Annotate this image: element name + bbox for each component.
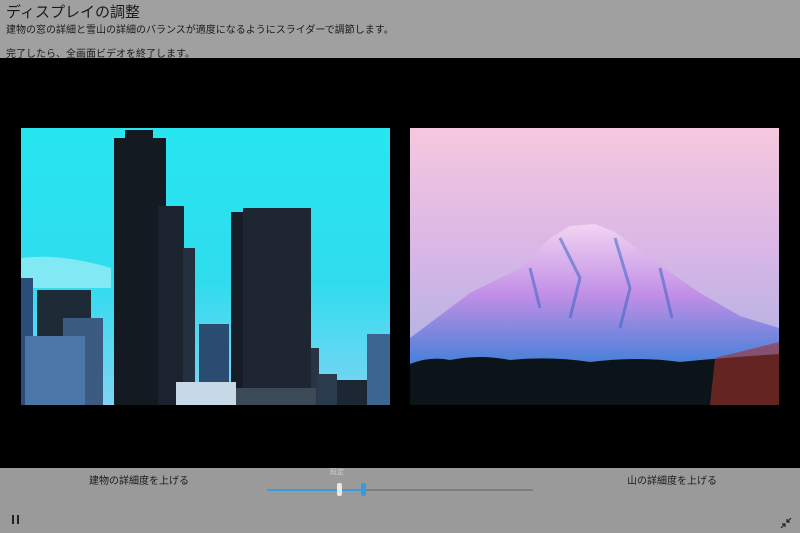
- exit-fullscreen-icon[interactable]: [780, 514, 792, 529]
- city-skyline-image: [21, 128, 390, 405]
- header: ディスプレイの調整 建物の窓の詳細と雪山の詳細のバランスが適度になるようにスライ…: [0, 0, 800, 60]
- slider-fill: [267, 489, 363, 491]
- increase-building-detail-label: 建物の詳細度を上げる: [89, 476, 189, 487]
- default-label: 既定: [330, 468, 344, 476]
- pause-icon[interactable]: [11, 515, 20, 524]
- video-stage: [0, 58, 800, 468]
- page-title: ディスプレイの調整: [6, 3, 140, 21]
- mountain-image: [410, 128, 779, 405]
- slider-thumb[interactable]: [361, 483, 366, 496]
- calibration-controls: 建物の詳細度を上げる 既定 山の詳細度を上げる: [0, 468, 800, 533]
- detail-slider[interactable]: [267, 483, 533, 497]
- description-text: 建物の窓の詳細と雪山の詳細のバランスが適度になるようにスライダーで調節します。: [6, 25, 394, 36]
- default-marker: [337, 483, 342, 496]
- increase-mountain-detail-label: 山の詳細度を上げる: [627, 476, 717, 487]
